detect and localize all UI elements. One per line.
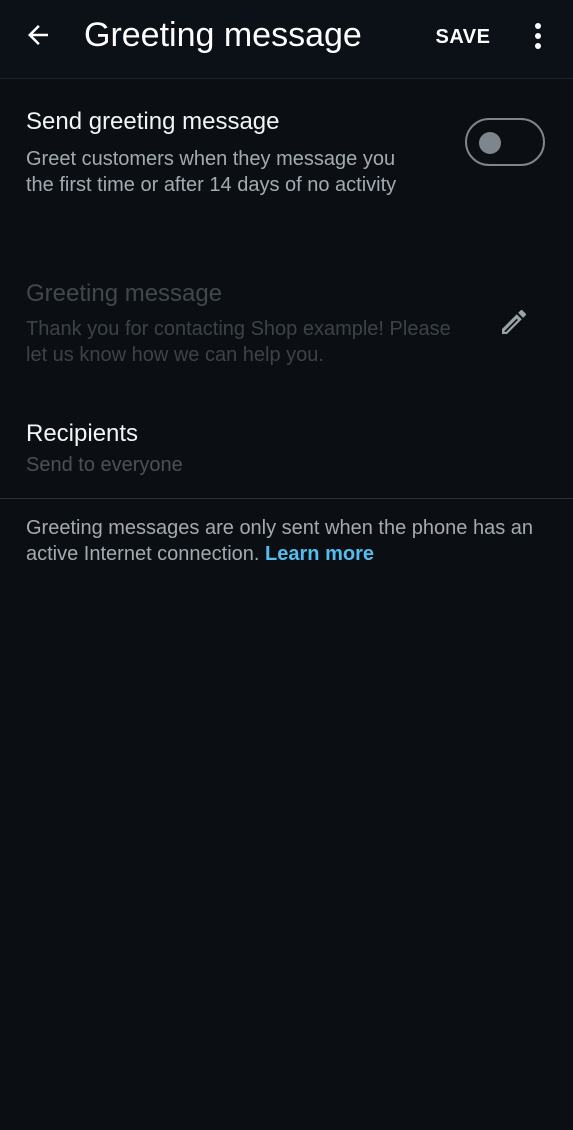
send-greeting-title: Send greeting message xyxy=(26,108,280,135)
send-greeting-row[interactable]: Send greeting message Greet customers wh… xyxy=(0,96,573,236)
edit-greeting-button[interactable] xyxy=(494,302,534,342)
divider xyxy=(0,498,573,499)
app-bar: Greeting message SAVE xyxy=(0,0,573,79)
send-greeting-description: Greet customers when they message you th… xyxy=(26,148,397,196)
recipients-title: Recipients xyxy=(26,420,139,447)
greeting-message-row[interactable]: Greeting message Thank you for contactin… xyxy=(0,268,573,378)
pencil-icon xyxy=(502,309,527,334)
greeting-message-title: Greeting message xyxy=(26,280,223,307)
greeting-message-text: Thank you for contacting Shop example! P… xyxy=(26,318,451,366)
back-button[interactable] xyxy=(18,14,58,56)
save-button[interactable]: SAVE xyxy=(428,22,498,52)
footer-note: Greeting messages are only sent when the… xyxy=(26,515,556,567)
recipients-value: Send to everyone xyxy=(26,454,183,476)
more-options-button[interactable] xyxy=(522,14,554,58)
toggle-knob xyxy=(479,132,501,154)
page-title: Greeting message xyxy=(84,16,362,54)
back-arrow-icon xyxy=(28,25,48,45)
learn-more-link[interactable]: Learn more xyxy=(265,543,374,565)
recipients-row[interactable]: Recipients Send to everyone xyxy=(0,404,573,490)
send-greeting-toggle[interactable] xyxy=(465,118,545,166)
more-vert-icon xyxy=(535,23,541,49)
